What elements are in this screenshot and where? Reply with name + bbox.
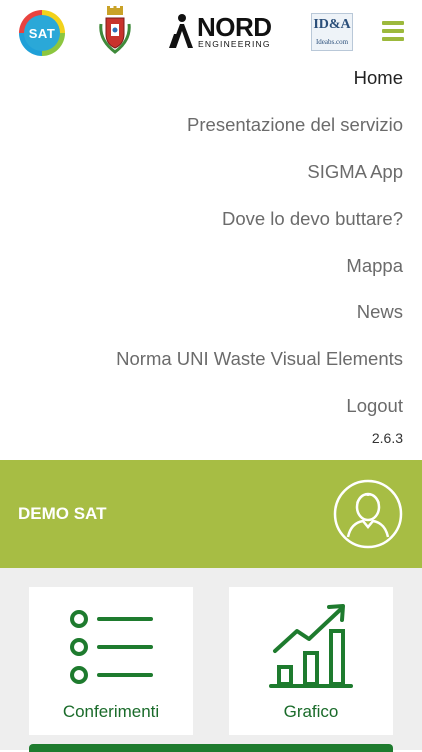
menu-item-home[interactable]: Home — [354, 67, 403, 89]
bar-chart-trend-icon — [269, 604, 353, 688]
list-icon — [70, 610, 153, 684]
municipal-crest-logo[interactable] — [97, 6, 133, 54]
conferimenti-card[interactable]: Conferimenti — [29, 587, 193, 735]
menu-item-logout[interactable]: Logout — [346, 395, 403, 417]
nord-figure-icon — [169, 14, 193, 48]
nord-engineering-logo[interactable]: NORD ENGINEERING — [167, 12, 272, 50]
app-header: SAT NORD ENGINEERING ID&A Ideabs.com — [0, 0, 422, 62]
nord-logo-word: NORD — [197, 12, 272, 42]
bottom-action-bar[interactable] — [29, 744, 393, 752]
user-avatar-icon[interactable] — [333, 479, 403, 549]
grafico-card[interactable]: Grafico — [229, 587, 393, 735]
idea-logo[interactable]: ID&A Ideabs.com — [311, 13, 353, 51]
idea-logo-main: ID&A — [313, 17, 351, 32]
idea-logo-sub: Ideabs.com — [315, 38, 349, 46]
menu-item-mappa[interactable]: Mappa — [346, 255, 403, 277]
dashboard-cards: Conferimenti Grafico — [0, 568, 422, 752]
app-version: 2.6.3 — [371, 430, 403, 446]
menu-item-news[interactable]: News — [357, 301, 403, 323]
menu-item-presentazione[interactable]: Presentazione del servizio — [187, 114, 403, 136]
conferimenti-label: Conferimenti — [62, 702, 160, 721]
menu-item-norma-uni[interactable]: Norma UNI Waste Visual Elements — [116, 348, 403, 370]
sat-logo-text: SAT — [24, 15, 60, 51]
grafico-label: Grafico — [283, 702, 339, 721]
user-banner: DEMO SAT — [0, 460, 422, 568]
hamburger-menu-icon[interactable] — [382, 21, 404, 41]
menu-item-dove-buttare[interactable]: Dove lo devo buttare? — [222, 208, 403, 230]
banner-title: DEMO SAT — [18, 504, 107, 523]
menu-item-sigma-app[interactable]: SIGMA App — [307, 161, 403, 183]
nord-logo-sub: ENGINEERING — [198, 39, 271, 49]
sat-logo[interactable]: SAT — [19, 10, 65, 56]
